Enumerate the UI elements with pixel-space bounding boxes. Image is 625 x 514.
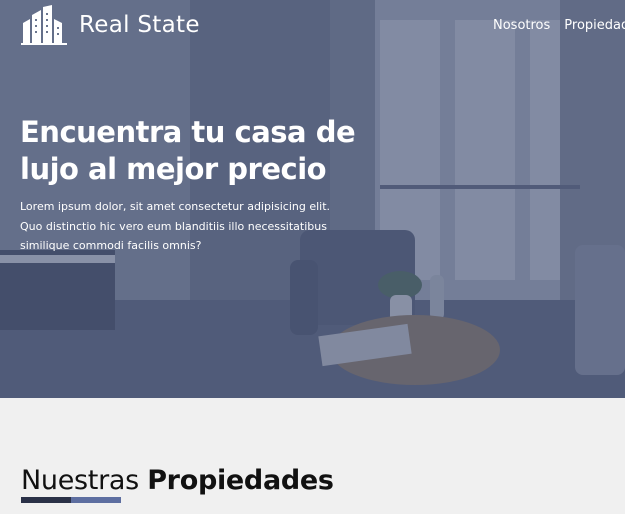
hero-description: Lorem ipsum dolor, sit amet consectetur … <box>20 200 331 252</box>
hero-banner: Real State Nosotros Propiedades Encuentr… <box>0 0 625 398</box>
nav-link-nosotros[interactable]: Nosotros <box>493 18 550 33</box>
section-title: Nuestras Propiedades <box>21 464 334 498</box>
main-navigation: Nosotros Propiedades <box>493 18 625 33</box>
nav-link-propiedades[interactable]: Propiedades <box>564 18 625 33</box>
section-title-light: Nuestras <box>21 465 139 496</box>
underline-accent-segment <box>71 497 121 503</box>
underline-dark-segment <box>21 497 71 503</box>
site-logo[interactable]: Real State <box>21 5 200 45</box>
buildings-icon <box>21 5 67 45</box>
hero-title: Encuentra tu casa de lujo al mejor preci… <box>20 115 356 186</box>
section-title-bold: Propiedades <box>147 465 334 496</box>
section-title-underline <box>21 497 121 503</box>
logo-text: Real State <box>79 12 200 38</box>
